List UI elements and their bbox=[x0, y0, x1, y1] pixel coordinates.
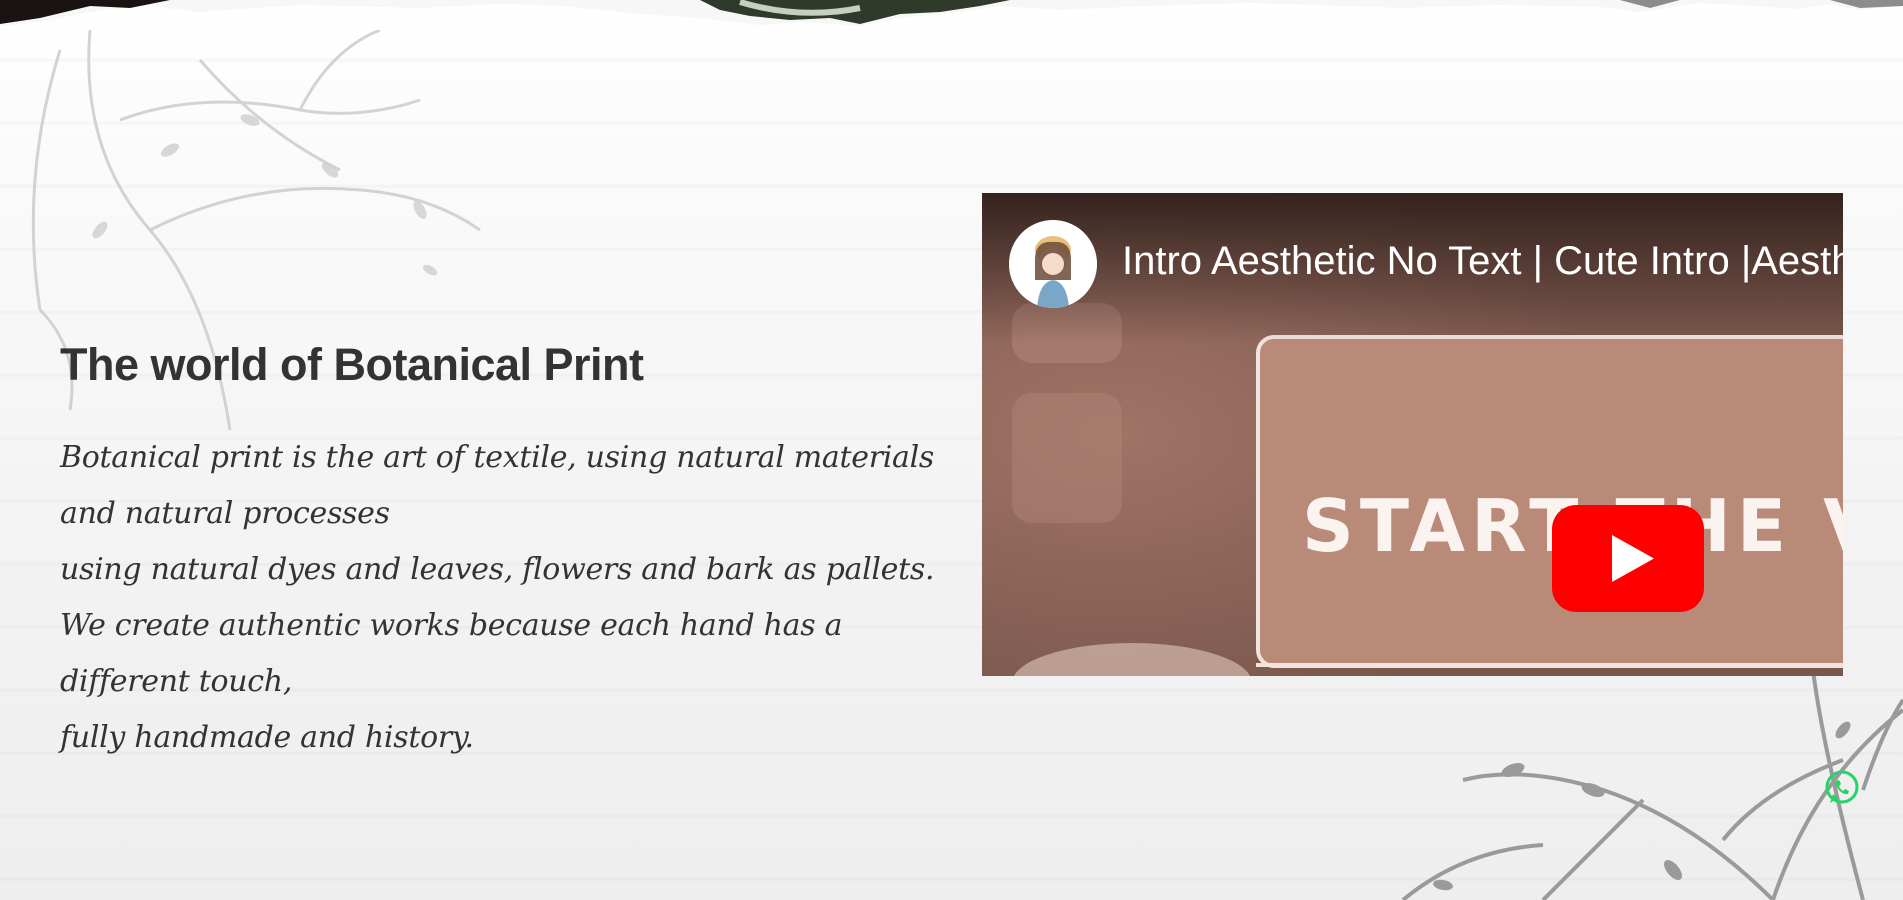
paragraph-line: using natural dyes and leaves, flowers a… bbox=[60, 551, 935, 587]
decorative-branches-right bbox=[1401, 670, 1903, 900]
thumbnail-card: START THE VIDEO bbox=[1256, 335, 1843, 668]
whatsapp-icon[interactable] bbox=[1823, 769, 1861, 807]
intro-text-block: The world of Botanical Print Botanical p… bbox=[60, 340, 940, 766]
paragraph-line: fully handmade and history. bbox=[60, 719, 474, 755]
paragraph-line: Botanical print is the art of textile, u… bbox=[60, 439, 935, 531]
avatar-illustration bbox=[1009, 220, 1097, 308]
section-paragraph: Botanical print is the art of textile, u… bbox=[60, 430, 940, 766]
youtube-video-embed[interactable]: START THE VIDEO Intro Aesthetic No Text … bbox=[982, 193, 1843, 676]
section-title: The world of Botanical Print bbox=[60, 339, 644, 390]
channel-avatar[interactable] bbox=[1009, 220, 1097, 308]
paragraph-line: We create authentic works because each h… bbox=[60, 607, 843, 699]
thumbnail-card-bottom bbox=[1256, 663, 1843, 676]
video-title[interactable]: Intro Aesthetic No Text | Cute Intro |Ae… bbox=[1122, 239, 1843, 284]
youtube-play-icon[interactable] bbox=[1552, 505, 1704, 612]
